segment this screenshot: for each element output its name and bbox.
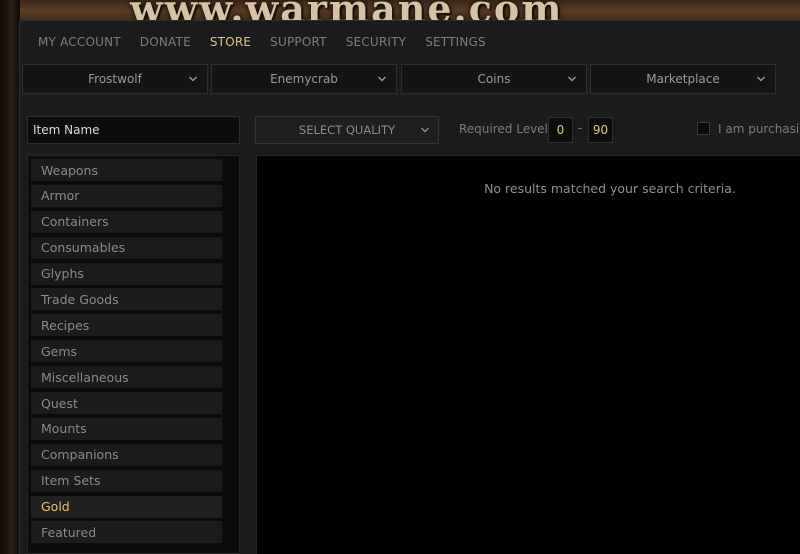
store-select-value: Marketplace [646,72,720,86]
realm-select[interactable]: Frostwolf [22,64,208,94]
character-select[interactable]: Enemycrab [211,64,397,94]
category-trade-goods[interactable]: Trade Goods [31,288,222,311]
category-featured[interactable]: Featured [31,521,222,544]
chevron-down-icon [420,125,430,135]
nav-settings[interactable]: SETTINGS [425,35,486,49]
category-mounts[interactable]: Mounts [31,417,222,440]
purchasing-checkbox[interactable] [697,122,710,135]
category-weapons[interactable]: Weapons [31,159,222,181]
chevron-down-icon [756,74,766,84]
currency-select-value: Coins [477,72,511,86]
item-name-input[interactable]: Item Name [27,116,240,144]
purchasing-label: I am purchasing [718,122,800,136]
level-separator: - [578,121,583,135]
no-results-message: No results matched your search criteria. [484,181,736,196]
category-list: Weapons Armor Containers Consumables Gly… [27,155,240,554]
results-panel: No results matched your search criteria. [256,155,800,554]
level-max-input[interactable]: 90 [588,117,613,143]
top-nav: MY ACCOUNT DONATE STORE SUPPORT SECURITY… [19,24,486,60]
required-level-label: Required Level: [459,122,552,136]
category-consumables[interactable]: Consumables [31,236,222,259]
store-select[interactable]: Marketplace [590,64,776,94]
currency-select[interactable]: Coins [401,64,587,94]
nav-donate[interactable]: DONATE [140,35,191,49]
chevron-down-icon [377,74,387,84]
category-recipes[interactable]: Recipes [31,314,222,337]
nav-support[interactable]: SUPPORT [270,35,327,49]
category-miscellaneous[interactable]: Miscellaneous [31,366,222,389]
selector-row: Frostwolf Enemycrab Coins Marketplace [22,64,800,94]
nav-security[interactable]: SECURITY [346,35,407,49]
chevron-down-icon [188,74,198,84]
category-companions[interactable]: Companions [31,443,222,466]
chevron-down-icon [567,74,577,84]
category-gold[interactable]: Gold [31,495,222,518]
category-gems[interactable]: Gems [31,340,222,363]
realm-select-value: Frostwolf [88,72,142,86]
nav-store[interactable]: STORE [210,35,251,49]
quality-select[interactable]: SELECT QUALITY [255,116,439,144]
category-armor[interactable]: Armor [31,184,222,207]
level-min-input[interactable]: 0 [548,117,573,143]
category-quest[interactable]: Quest [31,392,222,415]
character-select-value: Enemycrab [270,72,338,86]
nav-my-account[interactable]: MY ACCOUNT [38,35,121,49]
quality-select-value: SELECT QUALITY [298,123,396,137]
background-edge [0,0,20,554]
category-containers[interactable]: Containers [31,210,222,233]
category-glyphs[interactable]: Glyphs [31,262,222,285]
category-item-sets[interactable]: Item Sets [31,469,222,492]
